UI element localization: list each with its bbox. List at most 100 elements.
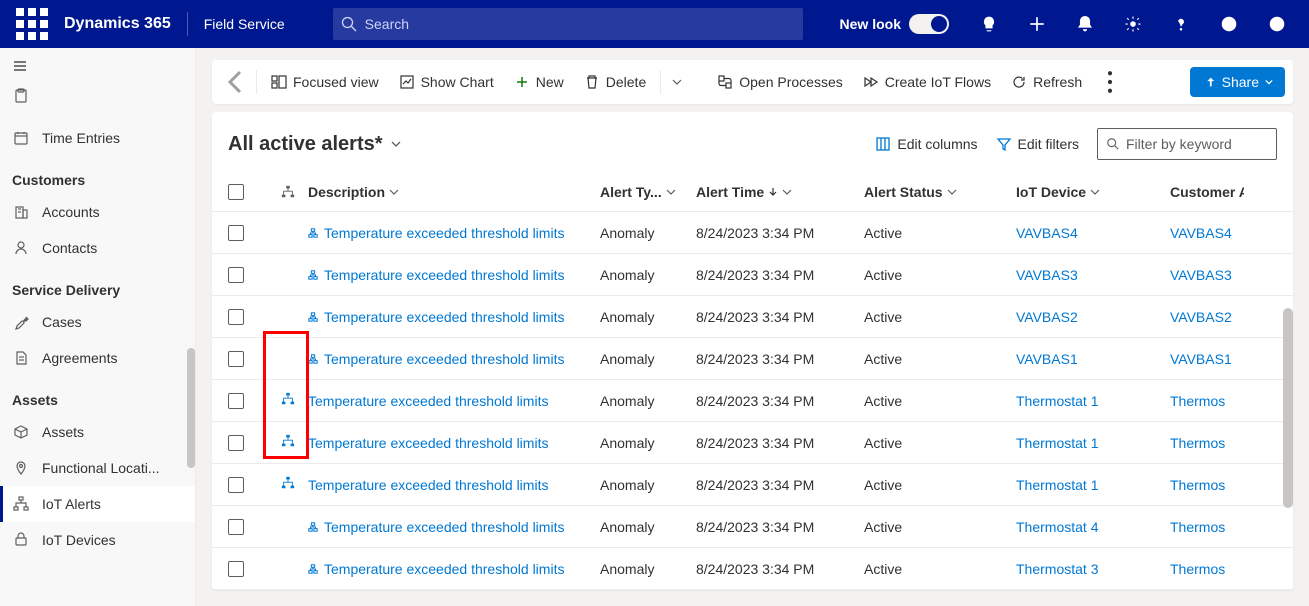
sidebar-item-accounts[interactable]: Accounts: [0, 194, 195, 230]
row-checkbox[interactable]: [228, 393, 244, 409]
hierarchy-button-icon[interactable]: [281, 476, 295, 493]
sidebar-item-label: IoT Devices: [42, 532, 116, 548]
row-checkbox[interactable]: [228, 309, 244, 325]
table-row[interactable]: Temperature exceeded threshold limitsAno…: [212, 422, 1293, 464]
column-header-alert-time[interactable]: Alert Time: [696, 184, 864, 200]
iot-device-link[interactable]: Thermostat 1: [1016, 393, 1098, 409]
profile-icon[interactable]: [1253, 0, 1301, 48]
sidebar-heading-service: Service Delivery: [0, 266, 195, 304]
customer-link[interactable]: Thermos: [1170, 435, 1225, 451]
iot-device-link[interactable]: VAVBAS2: [1016, 309, 1078, 325]
customer-link[interactable]: Thermos: [1170, 477, 1225, 493]
new-button[interactable]: New: [504, 66, 574, 98]
customer-link[interactable]: Thermos: [1170, 519, 1225, 535]
more-commands-button[interactable]: [1096, 66, 1124, 98]
delete-dropdown[interactable]: [665, 66, 689, 98]
customer-link[interactable]: Thermos: [1170, 393, 1225, 409]
description-link[interactable]: Temperature exceeded threshold limits: [308, 477, 548, 493]
delete-button[interactable]: Delete: [574, 66, 656, 98]
row-checkbox[interactable]: [228, 267, 244, 283]
content-scrollbar[interactable]: [1283, 308, 1293, 508]
sidebar-item-truncated[interactable]: x: [0, 84, 195, 114]
customer-link[interactable]: VAVBAS3: [1170, 267, 1232, 283]
hierarchy-button-icon[interactable]: [281, 392, 295, 409]
row-checkbox[interactable]: [228, 435, 244, 451]
filter-keyword-input[interactable]: Filter by keyword: [1097, 128, 1277, 160]
description-link[interactable]: Temperature exceeded threshold limits: [308, 393, 548, 409]
focused-view-button[interactable]: Focused view: [261, 66, 389, 98]
table-row[interactable]: Temperature exceeded threshold limitsAno…: [212, 548, 1293, 590]
global-search-input[interactable]: Search: [333, 8, 803, 40]
alert-time-cell: 8/24/2023 3:34 PM: [696, 309, 864, 325]
plus-icon[interactable]: [1013, 0, 1061, 48]
select-all-checkbox[interactable]: [228, 184, 244, 200]
iot-device-link[interactable]: VAVBAS1: [1016, 351, 1078, 367]
description-link[interactable]: Temperature exceeded threshold limits: [324, 351, 564, 367]
table-row[interactable]: Temperature exceeded threshold limitsAno…: [212, 506, 1293, 548]
row-checkbox[interactable]: [228, 477, 244, 493]
sidebar-item-contacts[interactable]: Contacts: [0, 230, 195, 266]
open-processes-button[interactable]: Open Processes: [707, 66, 853, 98]
description-link[interactable]: Temperature exceeded threshold limits: [324, 561, 564, 577]
view-title[interactable]: All active alerts*: [228, 133, 383, 156]
edit-columns-button[interactable]: Edit columns: [875, 136, 977, 152]
share-button[interactable]: Share: [1190, 67, 1285, 97]
iot-device-link[interactable]: VAVBAS3: [1016, 267, 1078, 283]
show-chart-button[interactable]: Show Chart: [389, 66, 504, 98]
column-header-alert-type[interactable]: Alert Ty...: [600, 184, 696, 200]
smiley-icon[interactable]: [1205, 0, 1253, 48]
sidebar-item-iot-devices[interactable]: IoT Devices: [0, 522, 195, 558]
iot-device-link[interactable]: Thermostat 1: [1016, 435, 1098, 451]
row-checkbox[interactable]: [228, 351, 244, 367]
app-launcher-icon[interactable]: [16, 8, 48, 40]
column-header-description[interactable]: Description: [308, 184, 600, 200]
brand-title[interactable]: Dynamics 365: [56, 15, 179, 33]
table-row[interactable]: Temperature exceeded threshold limitsAno…: [212, 212, 1293, 254]
sidebar-item-cases[interactable]: Cases: [0, 304, 195, 340]
sidebar-item-assets[interactable]: Assets: [0, 414, 195, 450]
table-row[interactable]: Temperature exceeded threshold limitsAno…: [212, 296, 1293, 338]
refresh-button[interactable]: Refresh: [1001, 66, 1092, 98]
row-checkbox[interactable]: [228, 225, 244, 241]
hierarchy-button-icon[interactable]: [281, 434, 295, 451]
table-row[interactable]: Temperature exceeded threshold limitsAno…: [212, 464, 1293, 506]
sidebar-item-agreements[interactable]: Agreements: [0, 340, 195, 376]
customer-link[interactable]: VAVBAS1: [1170, 351, 1232, 367]
customer-link[interactable]: VAVBAS2: [1170, 309, 1232, 325]
hierarchy-column-icon[interactable]: [268, 185, 308, 199]
view-dropdown-icon[interactable]: [391, 136, 401, 152]
description-link[interactable]: Temperature exceeded threshold limits: [308, 435, 548, 451]
table-row[interactable]: Temperature exceeded threshold limitsAno…: [212, 380, 1293, 422]
bell-icon[interactable]: [1061, 0, 1109, 48]
back-button[interactable]: [220, 66, 252, 98]
description-link[interactable]: Temperature exceeded threshold limits: [324, 309, 564, 325]
edit-filters-button[interactable]: Edit filters: [996, 136, 1079, 152]
customer-link[interactable]: Thermos: [1170, 561, 1225, 577]
description-link[interactable]: Temperature exceeded threshold limits: [324, 519, 564, 535]
column-header-iot-device[interactable]: IoT Device: [1016, 184, 1170, 200]
sidebar-item-time-entries[interactable]: Time Entries: [0, 120, 195, 156]
app-name[interactable]: Field Service: [196, 16, 293, 32]
sidebar-item-iot-alerts[interactable]: IoT Alerts: [0, 486, 195, 522]
help-icon[interactable]: [1157, 0, 1205, 48]
lightbulb-icon[interactable]: [965, 0, 1013, 48]
sidebar-item-functional-locations[interactable]: Functional Locati...: [0, 450, 195, 486]
iot-device-link[interactable]: VAVBAS4: [1016, 225, 1078, 241]
sidebar-scrollbar[interactable]: [187, 348, 195, 468]
iot-device-link[interactable]: Thermostat 1: [1016, 477, 1098, 493]
gear-icon[interactable]: [1109, 0, 1157, 48]
description-link[interactable]: Temperature exceeded threshold limits: [324, 225, 564, 241]
row-checkbox[interactable]: [228, 561, 244, 577]
column-header-customer[interactable]: Customer A: [1170, 184, 1244, 200]
new-look-toggle[interactable]: [909, 14, 949, 34]
iot-device-link[interactable]: Thermostat 4: [1016, 519, 1098, 535]
create-iot-flows-button[interactable]: Create IoT Flows: [853, 66, 1001, 98]
sidebar-collapse-icon[interactable]: [0, 48, 195, 84]
customer-link[interactable]: VAVBAS4: [1170, 225, 1232, 241]
table-row[interactable]: Temperature exceeded threshold limitsAno…: [212, 338, 1293, 380]
iot-device-link[interactable]: Thermostat 3: [1016, 561, 1098, 577]
description-link[interactable]: Temperature exceeded threshold limits: [324, 267, 564, 283]
column-header-alert-status[interactable]: Alert Status: [864, 184, 1016, 200]
row-checkbox[interactable]: [228, 519, 244, 535]
table-row[interactable]: Temperature exceeded threshold limitsAno…: [212, 254, 1293, 296]
